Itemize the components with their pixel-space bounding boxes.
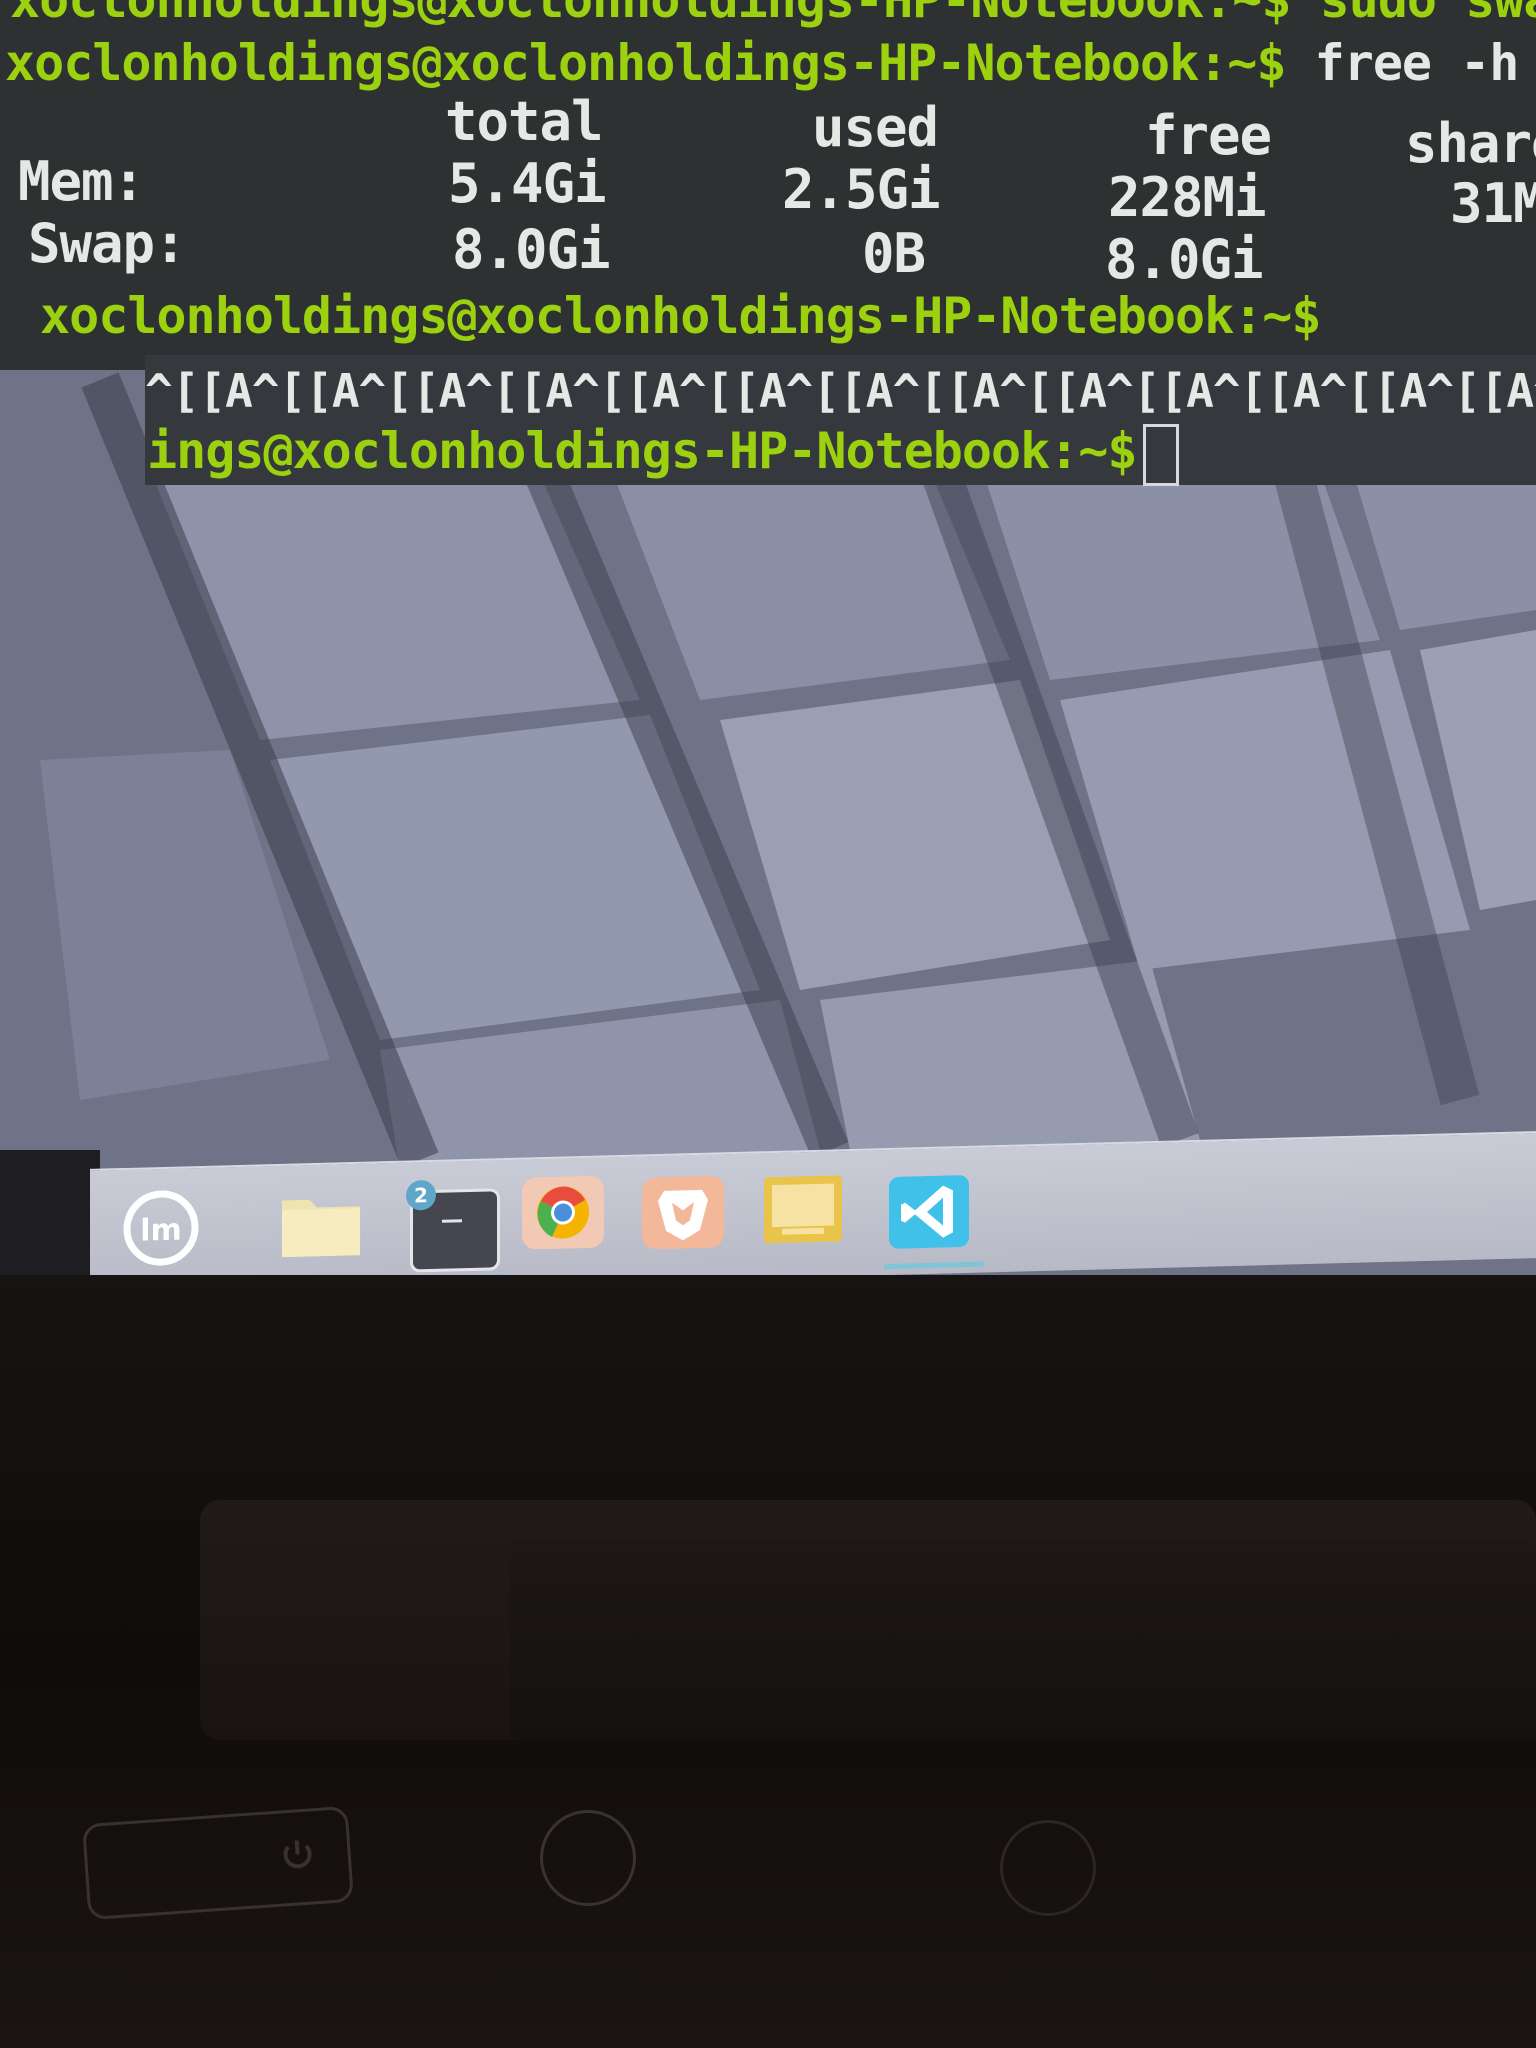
terminal-current-line: ings@xoclonholdings-HP-Notebook:~$: [147, 421, 1179, 486]
status-led-indicator: [540, 1810, 636, 1906]
header-free: free: [1145, 104, 1272, 167]
terminal-prompt: xoclonholdings@xoclonholdings-HP-Noteboo…: [5, 34, 1287, 92]
laptop-hinge-cover: [510, 1540, 1536, 1740]
terminal-underscore-glyph: [442, 1219, 462, 1223]
row-swap-total: 8.0Gi: [452, 218, 611, 281]
vscode-active-indicator: [884, 1261, 984, 1270]
brave-icon[interactable]: [642, 1172, 724, 1256]
svg-text:lm: lm: [140, 1213, 182, 1249]
power-icon: [283, 1840, 312, 1869]
row-mem-total: 5.4Gi: [448, 152, 607, 215]
vscode-icon[interactable]: [884, 1166, 984, 1270]
terminal-lower-region[interactable]: ^[[A^[[A^[[A^[[A^[[A^[[A^[[A^[[A^[[A^[[A…: [145, 355, 1536, 486]
row-swap-label: Swap:: [28, 212, 187, 275]
terminal-command-line: xoclonholdings@xoclonholdings-HP-Noteboo…: [5, 33, 1520, 93]
row-mem-used: 2.5Gi: [782, 158, 941, 221]
notes-icon[interactable]: [762, 1169, 844, 1253]
terminal-window[interactable]: xoclonholdings@xoclonholdings-HP-Noteboo…: [0, 0, 1536, 370]
header-shared: share: [1405, 112, 1536, 175]
power-button[interactable]: [81, 1805, 355, 1921]
terminal-prompt-2: xoclonholdings@xoclonholdings-HP-Noteboo…: [40, 287, 1322, 345]
terminal-escape-line: ^[[A^[[A^[[A^[[A^[[A^[[A^[[A^[[A^[[A^[[A…: [145, 364, 1536, 418]
header-used: used: [812, 96, 939, 159]
row-swap-free: 8.0Gi: [1105, 228, 1264, 291]
laptop-screen: xoclonholdings@xoclonholdings-HP-Noteboo…: [0, 0, 1536, 1275]
terminal-partial-line: xoclonholdings@xoclonholdings-HP-Noteboo…: [10, 0, 1536, 29]
files-folder-icon[interactable]: [280, 1182, 362, 1266]
terminal-icon[interactable]: 2: [402, 1178, 506, 1275]
row-mem-shared: 31M: [1450, 172, 1536, 235]
row-mem-label: Mem:: [18, 150, 145, 213]
terminal-prompt-3: ings@xoclonholdings-HP-Notebook:~$: [147, 422, 1137, 480]
terminal-command: free -h: [1285, 34, 1520, 92]
chrome-icon[interactable]: [522, 1175, 604, 1259]
terminal-cursor: [1142, 423, 1179, 486]
row-swap-used: 0B: [862, 222, 926, 285]
row-mem-free: 228Mi: [1108, 166, 1267, 229]
header-total: total: [445, 90, 604, 153]
status-led-indicator-2: [1000, 1820, 1096, 1916]
linux-mint-menu-icon[interactable]: lm: [120, 1186, 202, 1270]
